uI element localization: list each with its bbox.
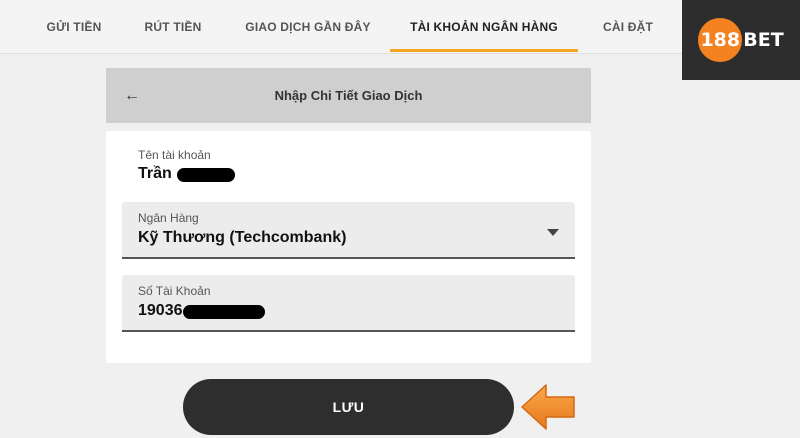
account-number-label: Số Tài Khoản xyxy=(138,284,211,298)
redaction-mark xyxy=(183,305,265,319)
tab-settings[interactable]: CÀI ĐẶT xyxy=(598,0,658,54)
logo-text: BET xyxy=(743,29,784,51)
pointer-arrow-icon xyxy=(521,384,575,430)
brand-logo[interactable]: 188 BET xyxy=(682,0,800,80)
back-arrow-icon[interactable]: ← xyxy=(124,87,140,105)
tab-withdraw-label: RÚT TIỀN xyxy=(144,20,202,34)
form-title: Nhập Chi Tiết Giao Dịch xyxy=(274,88,423,103)
save-button[interactable]: LƯU xyxy=(183,379,514,435)
bank-select[interactable]: Ngân Hàng Kỹ Thương (Techcombank) xyxy=(122,202,575,259)
tab-bank-account[interactable]: TÀI KHOẢN NGÂN HÀNG xyxy=(390,0,578,54)
account-number-value: 19036 xyxy=(138,302,183,319)
chevron-down-icon xyxy=(547,229,559,236)
bank-account-form: Tên tài khoản Trần Ngân Hàng Kỹ Thương (… xyxy=(106,131,591,363)
redaction-mark xyxy=(177,168,235,182)
save-button-label: LƯU xyxy=(332,399,365,415)
tab-settings-label: CÀI ĐẶT xyxy=(602,20,654,34)
logo-number: 188 xyxy=(698,18,743,62)
account-number-field[interactable]: Số Tài Khoản 19036 xyxy=(122,275,575,332)
tab-recent-transactions[interactable]: GIAO DỊCH GẦN ĐÂY xyxy=(240,0,376,54)
account-name-value: Trần xyxy=(138,165,172,182)
bank-label: Ngân Hàng xyxy=(138,211,199,225)
tab-recent-transactions-label: GIAO DỊCH GẦN ĐÂY xyxy=(245,20,371,34)
logo-mark: 188 BET xyxy=(698,18,784,62)
tab-withdraw[interactable]: RÚT TIỀN xyxy=(138,0,208,54)
tab-bank-account-label: TÀI KHOẢN NGÂN HÀNG xyxy=(410,20,558,34)
tab-deposit[interactable]: GỬI TIỀN xyxy=(38,0,110,54)
bank-value: Kỹ Thương (Techcombank) xyxy=(138,229,347,246)
tab-deposit-label: GỬI TIỀN xyxy=(46,20,102,34)
form-header: ← Nhập Chi Tiết Giao Dịch xyxy=(106,68,591,123)
account-name-label: Tên tài khoản xyxy=(138,148,211,162)
top-navigation: GỬI TIỀN RÚT TIỀN GIAO DỊCH GẦN ĐÂY TÀI … xyxy=(0,0,682,54)
